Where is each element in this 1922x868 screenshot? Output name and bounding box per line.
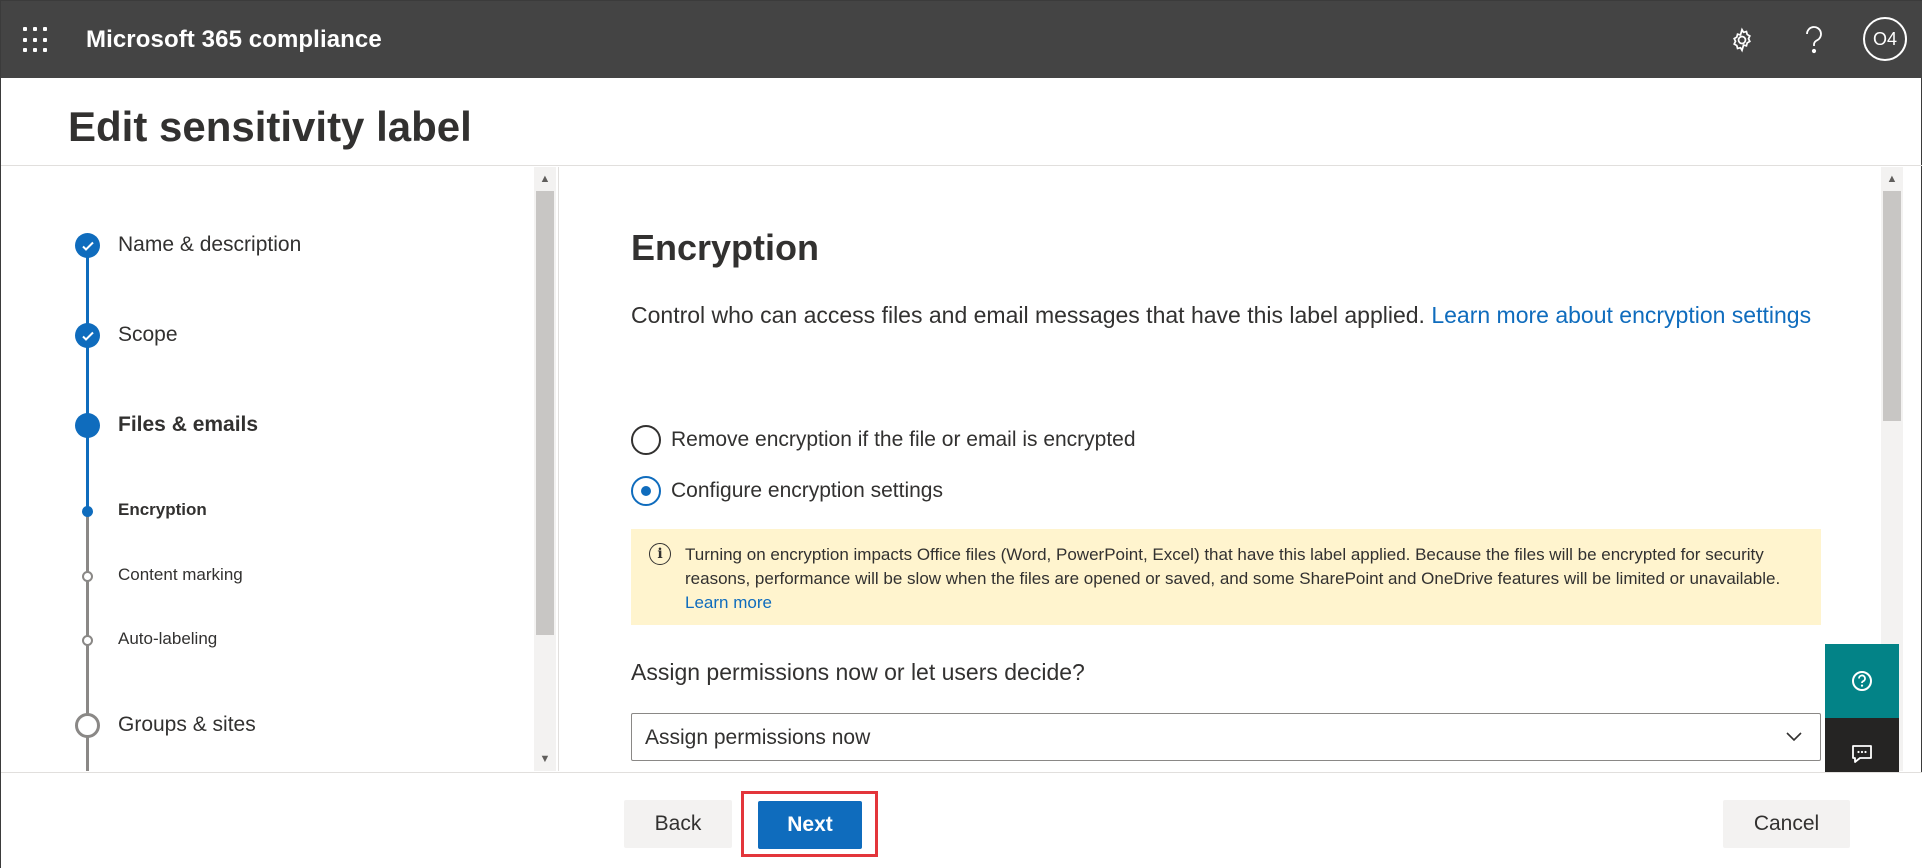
step-label: Name & description	[118, 233, 302, 256]
radio-label: Configure encryption settings	[671, 479, 943, 502]
radio-remove-encryption[interactable]: Remove encryption if the file or email i…	[631, 423, 1136, 457]
step-auto-labeling[interactable]: Auto-labeling	[1, 629, 531, 669]
scroll-up-icon[interactable]: ▲	[537, 173, 553, 185]
window-frame: Microsoft 365 compliance O4 Edit sensiti…	[0, 0, 1922, 868]
warning-text: Turning on encryption impacts Office fil…	[685, 545, 1781, 588]
pending-step-icon	[75, 713, 100, 738]
left-scrollbar[interactable]: ▲ ▼	[534, 167, 556, 771]
next-button-highlight: Next	[741, 791, 878, 857]
next-button[interactable]: Next	[758, 801, 862, 849]
step-label: Encryption	[118, 500, 207, 519]
radio-button[interactable]	[631, 425, 661, 455]
wizard-steps-panel: Name & description Scope Files & emails …	[1, 167, 559, 771]
radio-label: Remove encryption if the file or email i…	[671, 428, 1136, 451]
current-step-icon	[75, 413, 100, 438]
footer-bar: Back Next Cancel	[1, 772, 1922, 868]
step-content-marking[interactable]: Content marking	[1, 565, 531, 605]
step-label: Content marking	[118, 565, 243, 584]
step-name-description[interactable]: Name & description	[1, 233, 531, 273]
avatar[interactable]: O4	[1863, 17, 1907, 61]
question-circle-icon	[1852, 671, 1872, 691]
permissions-dropdown[interactable]: Assign permissions now	[631, 713, 1821, 761]
description-text: Control who can access files and email m…	[631, 302, 1425, 328]
page-header: Edit sensitivity label	[1, 78, 1922, 166]
learn-more-encryption-link[interactable]: Learn more about encryption settings	[1431, 302, 1811, 328]
radio-button-selected[interactable]	[631, 476, 661, 506]
step-groups-sites[interactable]: Groups & sites	[1, 713, 531, 753]
app-title[interactable]: Microsoft 365 compliance	[86, 26, 382, 54]
help-float-button[interactable]	[1825, 644, 1899, 718]
checkmark-icon	[75, 233, 100, 258]
learn-more-link[interactable]: Learn more	[685, 593, 772, 612]
question-icon[interactable]	[1795, 21, 1833, 59]
step-label: Files & emails	[118, 413, 259, 436]
current-substep-icon	[82, 506, 93, 517]
main-scroll-thumb[interactable]	[1883, 191, 1901, 421]
encryption-description: Control who can access files and email m…	[631, 299, 1841, 331]
permissions-question: Assign permissions now or let users deci…	[631, 659, 1085, 685]
main-content: Encryption Control who can access files …	[559, 167, 1903, 771]
pending-substep-icon	[82, 635, 93, 646]
encryption-warning: i Turning on encryption impacts Office f…	[631, 529, 1821, 625]
step-encryption[interactable]: Encryption	[1, 500, 531, 540]
scroll-up-icon[interactable]: ▲	[1884, 173, 1900, 185]
gear-icon[interactable]	[1723, 21, 1761, 59]
step-label: Scope	[118, 323, 178, 346]
page-title: Edit sensitivity label	[68, 103, 472, 150]
top-bar: Microsoft 365 compliance O4	[1, 1, 1922, 78]
step-files-emails[interactable]: Files & emails	[1, 413, 531, 453]
back-button[interactable]: Back	[624, 800, 732, 848]
checkmark-icon	[75, 323, 100, 348]
section-title: Encryption	[631, 227, 820, 268]
pending-substep-icon	[82, 571, 93, 582]
info-icon: i	[649, 543, 671, 565]
step-label: Groups & sites	[118, 713, 256, 736]
app-launcher-icon[interactable]	[23, 27, 51, 53]
radio-configure-encryption[interactable]: Configure encryption settings	[631, 474, 943, 508]
left-scroll-thumb[interactable]	[536, 191, 554, 635]
chevron-down-icon	[1786, 732, 1802, 742]
scroll-down-icon[interactable]: ▼	[537, 753, 553, 765]
step-scope[interactable]: Scope	[1, 323, 531, 363]
step-label: Auto-labeling	[118, 629, 218, 648]
dropdown-value: Assign permissions now	[645, 726, 871, 749]
feedback-icon	[1852, 745, 1872, 763]
cancel-button[interactable]: Cancel	[1723, 800, 1850, 848]
